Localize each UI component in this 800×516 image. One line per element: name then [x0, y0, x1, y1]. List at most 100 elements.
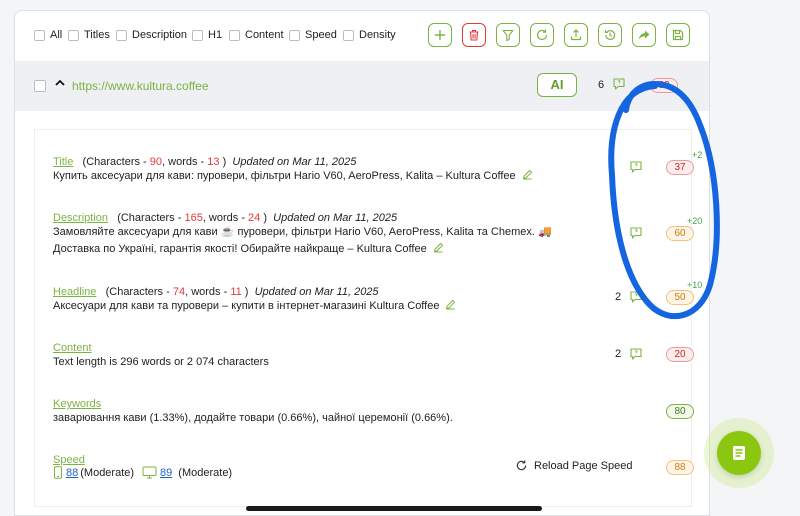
score-badge: 20 — [666, 347, 694, 362]
word-count: 11 — [230, 286, 242, 298]
mobile-status: (Moderate) — [80, 466, 135, 479]
audit-card: Title (Characters - 90, words - 13 ) Upd… — [34, 129, 702, 507]
checkbox[interactable] — [192, 29, 203, 41]
save-icon — [672, 29, 684, 41]
page-url[interactable]: https://www.kultura.coffee — [72, 79, 209, 93]
updated-date: Updated on Mar 11, 2025 — [273, 212, 398, 224]
chevron-up-icon[interactable] — [53, 76, 67, 90]
description-value-line: Доставка по Україні, гарантія якості! Об… — [53, 241, 552, 258]
mobile-score-link[interactable]: 88 — [66, 467, 78, 479]
score-delta: +10 — [687, 280, 703, 290]
score-badge: 50 — [666, 290, 694, 305]
title-text: Купить аксесуари для кави: пуровери, філ… — [53, 170, 516, 182]
meta-text: ) — [260, 212, 268, 224]
filter-label: H1 — [208, 29, 223, 41]
add-button[interactable] — [428, 23, 452, 47]
checkbox[interactable] — [116, 29, 127, 41]
upload-icon — [570, 29, 582, 41]
filter-density[interactable]: Density — [343, 29, 396, 41]
edit-pencil-icon[interactable] — [433, 242, 444, 253]
desktop-score-link[interactable]: 89 — [160, 467, 172, 479]
comment-count: 6 — [598, 79, 605, 91]
reload-page-speed-button[interactable]: Reload Page Speed — [515, 459, 632, 472]
checkbox[interactable] — [229, 29, 240, 41]
meta-text: , words - — [162, 156, 208, 168]
refresh-icon — [536, 29, 548, 41]
meta-text: (Characters - — [82, 156, 150, 168]
url-checkbox[interactable] — [34, 80, 46, 92]
keywords-meta: Keywords — [53, 398, 453, 410]
share-button[interactable] — [632, 23, 656, 47]
delete-button[interactable] — [462, 23, 486, 47]
filter-label: Density — [359, 29, 396, 41]
headline-label[interactable]: Headline — [53, 286, 96, 298]
char-count: 165 — [184, 212, 203, 224]
comment-count: 2 — [615, 348, 622, 360]
checkbox[interactable] — [343, 29, 354, 41]
filter-description[interactable]: Description — [116, 29, 187, 41]
updated-date: Updated on Mar 11, 2025 — [232, 156, 357, 168]
score-badge: 88 — [666, 460, 694, 475]
keywords-value: заварювання кави (1.33%), додайте товари… — [53, 412, 453, 424]
char-count: 74 — [172, 286, 186, 298]
history-button[interactable] — [598, 23, 622, 47]
keywords-label[interactable]: Keywords — [53, 398, 101, 410]
meta-text: (Characters - — [117, 212, 185, 224]
filter-label: Content — [245, 29, 284, 41]
filter-label: All — [50, 29, 63, 41]
mobile-icon — [54, 466, 62, 479]
url-row: https://www.kultura.coffee AI 6 38 — [15, 61, 709, 111]
speed-label[interactable]: Speed — [53, 454, 85, 466]
notes-fab-button[interactable] — [717, 431, 761, 475]
content-meta: Content — [53, 342, 269, 354]
description-meta: Description (Characters - 165, words - 2… — [53, 212, 552, 224]
plus-icon — [435, 30, 445, 40]
content-value: Text length is 296 words or 2 074 charac… — [53, 356, 269, 368]
refresh-button[interactable] — [530, 23, 554, 47]
comment-icon[interactable] — [612, 77, 626, 91]
seo-panel: All Titles Description H1 Content Speed … — [14, 10, 710, 516]
save-button[interactable] — [666, 23, 690, 47]
meta-text: (Characters - — [105, 286, 173, 298]
description-label[interactable]: Description — [53, 212, 108, 224]
comment-icon[interactable] — [629, 226, 643, 240]
description-section: Description (Characters - 165, words - 2… — [53, 212, 552, 258]
filter-content[interactable]: Content — [229, 29, 284, 41]
home-indicator — [246, 506, 542, 511]
refresh-icon — [516, 460, 527, 471]
title-value: Купить аксесуари для кави: пуровери, філ… — [53, 168, 533, 185]
history-icon — [604, 30, 616, 41]
comment-icon[interactable] — [629, 347, 643, 361]
title-label[interactable]: Title — [53, 156, 73, 168]
meta-text: , words - — [185, 286, 231, 298]
upload-button[interactable] — [564, 23, 588, 47]
checkbox[interactable] — [34, 29, 45, 41]
filter-speed[interactable]: Speed — [289, 29, 337, 41]
word-count: 24 — [248, 212, 261, 224]
score-badge: 38 — [650, 78, 678, 93]
score-badge: 80 — [666, 404, 694, 419]
title-section: Title (Characters - 90, words - 13 ) Upd… — [53, 156, 533, 185]
checkbox[interactable] — [68, 29, 79, 41]
edit-pencil-icon[interactable] — [522, 169, 533, 180]
char-count: 90 — [149, 156, 163, 168]
desktop-status: (Moderate) — [178, 466, 233, 479]
filter-h1[interactable]: H1 — [192, 29, 222, 41]
ai-button[interactable]: AI — [537, 73, 577, 97]
comment-icon[interactable] — [629, 160, 643, 174]
filter-all[interactable]: All — [34, 29, 62, 41]
speed-meta: Speed — [53, 454, 232, 466]
content-label[interactable]: Content — [53, 342, 92, 354]
toolbar: All Titles Description H1 Content Speed … — [15, 11, 709, 61]
trash-icon — [469, 29, 479, 41]
description-value-line: Замовляйте аксесуари для кави ☕ пуровери… — [53, 226, 552, 238]
filter-titles[interactable]: Titles — [68, 29, 110, 41]
comment-icon[interactable] — [629, 290, 643, 304]
word-count: 13 — [207, 156, 220, 168]
filter-button[interactable] — [496, 23, 520, 47]
checkbox[interactable] — [289, 29, 300, 41]
edit-pencil-icon[interactable] — [445, 299, 456, 310]
filter-icon — [502, 29, 514, 42]
reload-label: Reload Page Speed — [534, 459, 633, 472]
score-delta: +20 — [687, 216, 703, 226]
